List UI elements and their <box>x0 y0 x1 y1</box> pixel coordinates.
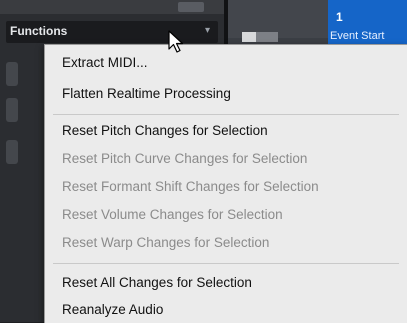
chevron-down-icon: ▾ <box>204 25 210 36</box>
menu-separator <box>53 263 399 264</box>
audio-event[interactable]: 1 Event Start <box>328 0 407 44</box>
menu-item-reset-pitch-curve-changes[interactable]: Reset Pitch Curve Changes for Selection <box>62 148 307 170</box>
menu-item-extract-midi[interactable]: Extract MIDI... <box>62 52 148 74</box>
menu-item-flatten-realtime-processing[interactable]: Flatten Realtime Processing <box>62 83 231 105</box>
menu-item-reset-all-changes[interactable]: Reset All Changes for Selection <box>62 272 252 294</box>
event-start-label: Event Start <box>330 30 385 42</box>
side-tab[interactable] <box>6 62 18 86</box>
top-strip-button[interactable] <box>178 2 204 12</box>
menu-item-reset-formant-shift-changes[interactable]: Reset Formant Shift Changes for Selectio… <box>62 176 319 198</box>
event-number: 1 <box>336 10 343 24</box>
side-tab[interactable] <box>6 140 18 164</box>
ruler-marker <box>256 32 278 42</box>
top-strip <box>0 0 224 14</box>
menu-item-reanalyze-audio[interactable]: Reanalyze Audio <box>62 299 163 321</box>
menu-item-reset-pitch-changes[interactable]: Reset Pitch Changes for Selection <box>62 120 268 142</box>
functions-context-menu: Extract MIDI... Flatten Realtime Process… <box>44 44 407 323</box>
menu-separator <box>53 114 399 115</box>
side-tab[interactable] <box>6 98 18 122</box>
ruler-marker <box>242 32 256 42</box>
menu-item-reset-warp-changes[interactable]: Reset Warp Changes for Selection <box>62 232 269 254</box>
mouse-pointer-icon <box>168 30 184 53</box>
menu-item-reset-volume-changes[interactable]: Reset Volume Changes for Selection <box>62 204 283 226</box>
functions-label: Functions <box>10 24 68 38</box>
